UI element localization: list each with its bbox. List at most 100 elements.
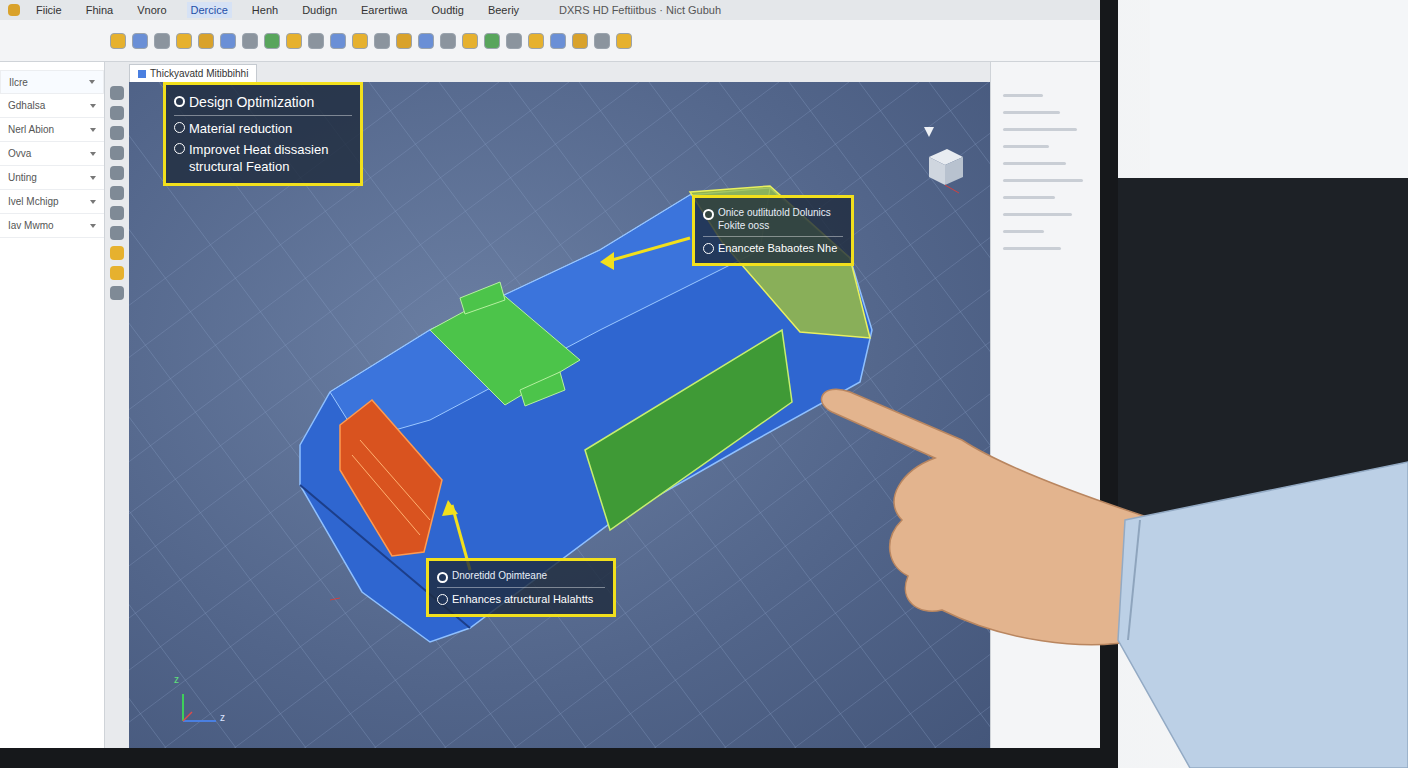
dropdown-caret-icon[interactable] <box>90 104 96 108</box>
grid-line <box>509 82 990 748</box>
tool-icon[interactable] <box>132 33 148 49</box>
sidebar-item[interactable]: Unting <box>0 166 104 190</box>
pointing-hand-icon <box>0 0 1408 768</box>
tool-icon[interactable] <box>154 33 170 49</box>
menu-item[interactable]: Beeriy <box>484 2 523 19</box>
tool-strip-icon[interactable] <box>110 186 124 200</box>
grid-line <box>129 82 519 748</box>
sidebar-item[interactable]: Ovva <box>0 142 104 166</box>
tool-strip-icon[interactable] <box>110 86 124 100</box>
dropdown-caret-icon[interactable] <box>90 176 96 180</box>
tool-strip-icon[interactable] <box>110 266 124 280</box>
tool-icon[interactable] <box>242 33 258 49</box>
callout-item: Enhances atructural Halahtts <box>437 592 605 606</box>
sidebar-item-label: Ovva <box>8 146 31 161</box>
tool-strip-icon[interactable] <box>110 286 124 300</box>
tool-strip <box>105 62 129 748</box>
callout-icon <box>703 209 714 220</box>
sidebar-item-label: Iav Mwmo <box>8 218 54 233</box>
menu-item[interactable]: Oudtig <box>427 2 467 19</box>
grid-line <box>369 82 990 748</box>
callout-item: Enancete Babaotes Nhe <box>703 241 843 255</box>
tool-icon[interactable] <box>572 33 588 49</box>
sidebar-item[interactable]: Ilcre <box>0 70 104 94</box>
tool-icon[interactable] <box>594 33 610 49</box>
property-line <box>1003 94 1043 97</box>
tool-icon[interactable] <box>616 33 632 49</box>
tool-icon[interactable] <box>418 33 434 49</box>
grid-line <box>129 82 849 748</box>
sidebar-item-label: Ilcre <box>9 75 28 90</box>
menu-item[interactable]: Henh <box>248 2 282 19</box>
dropdown-caret-icon[interactable] <box>90 128 96 132</box>
grid-line <box>859 82 990 748</box>
tool-strip-icon[interactable] <box>110 246 124 260</box>
axis-label: z <box>220 710 225 725</box>
tool-strip-icon[interactable] <box>110 146 124 160</box>
second-monitor <box>1085 178 1408 568</box>
sidebar-item[interactable]: Iav Mwmo <box>0 214 104 238</box>
menu-item[interactable]: Fhina <box>82 2 118 19</box>
document-tab-label: Thickyavatd Mitibbihhi <box>150 66 248 81</box>
tool-strip-icon[interactable] <box>110 226 124 240</box>
sidebar: Ilcre Gdhalsa Nerl Abion Ovva UntingIvel Mch… <box>0 62 105 748</box>
menu-item[interactable]: Dudign <box>298 2 341 19</box>
callout-header: Onice outlitutold Dolunics Fokite ooss <box>703 206 843 237</box>
sidebar-item[interactable]: Ivel Mchigp <box>0 190 104 214</box>
document-tab[interactable]: Thickyavatd Mitibbihhi <box>129 64 257 82</box>
tool-icon[interactable] <box>308 33 324 49</box>
grid-line <box>129 82 989 748</box>
tool-icon[interactable] <box>484 33 500 49</box>
grid-line <box>789 82 990 748</box>
menu-item[interactable]: Earertiwa <box>357 2 411 19</box>
tool-icon[interactable] <box>110 33 126 49</box>
tool-icon[interactable] <box>396 33 412 49</box>
tool-strip-icon[interactable] <box>110 126 124 140</box>
callout-item-icon <box>174 122 185 133</box>
tool-icon[interactable] <box>528 33 544 49</box>
grid-line <box>719 82 990 748</box>
tool-strip-icon[interactable] <box>110 166 124 180</box>
dropdown-caret-icon[interactable] <box>89 80 95 84</box>
menu-bar: Fiicie Fhina Vnoro Dercice Henh Dudign Earerti… <box>0 0 1100 20</box>
menu-item[interactable]: Dercice <box>187 2 232 19</box>
tab-row: Thickyavatd Mitibbihhi <box>129 62 990 82</box>
tool-icon[interactable] <box>198 33 214 49</box>
tool-strip-icon[interactable] <box>110 106 124 120</box>
property-line <box>1003 230 1044 233</box>
sidebar-item-label: Nerl Abion <box>8 122 54 137</box>
sidebar-item[interactable]: Nerl Abion <box>0 118 104 142</box>
tool-icon[interactable] <box>506 33 522 49</box>
callout-item-icon <box>174 143 185 154</box>
view-cube-icon[interactable] <box>919 127 969 197</box>
tool-icon[interactable] <box>264 33 280 49</box>
tool-strip-icon[interactable] <box>110 206 124 220</box>
tool-icon[interactable] <box>374 33 390 49</box>
sidebar-item[interactable]: Gdhalsa <box>0 94 104 118</box>
tool-icon[interactable] <box>352 33 368 49</box>
toolbar <box>0 20 1100 62</box>
grid-line <box>719 82 990 748</box>
dropdown-caret-icon[interactable] <box>90 152 96 156</box>
grid-line <box>129 82 379 748</box>
tool-icon[interactable] <box>550 33 566 49</box>
callout-item-label: Enhances atructural Halahtts <box>452 592 593 606</box>
menu-item[interactable]: Fiicie <box>32 2 66 19</box>
dropdown-caret-icon[interactable] <box>90 224 96 228</box>
tool-icon[interactable] <box>440 33 456 49</box>
property-line <box>1003 196 1055 199</box>
tool-icon[interactable] <box>286 33 302 49</box>
tool-icon[interactable] <box>220 33 236 49</box>
tool-icon[interactable] <box>176 33 192 49</box>
tool-icon[interactable] <box>330 33 346 49</box>
tool-icon[interactable] <box>462 33 478 49</box>
grid-line <box>439 82 990 748</box>
callout-item-label: Enancete Babaotes Nhe <box>718 241 837 255</box>
callout-item: Improvet Heat dissasien structural Feati… <box>174 141 352 175</box>
axis-triad: z z <box>174 678 234 728</box>
menu-item[interactable]: Vnoro <box>133 2 170 19</box>
scene: Fiicie Fhina Vnoro Dercice Henh Dudign Earerti… <box>0 0 1408 768</box>
dropdown-caret-icon[interactable] <box>90 200 96 204</box>
callout-item: Material reduction <box>174 120 352 137</box>
property-line <box>1003 162 1066 165</box>
